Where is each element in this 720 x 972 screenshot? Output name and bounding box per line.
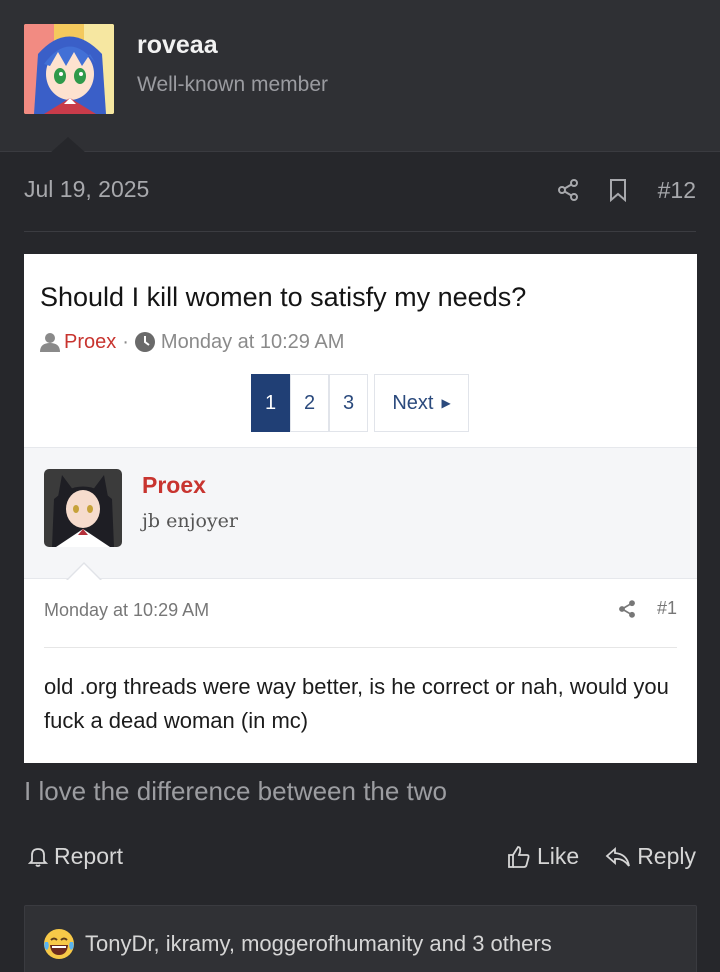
post-message: I love the difference between the two <box>24 776 448 806</box>
embed-next-label: Next <box>392 391 434 414</box>
reactions-text: TonyDr, ikramy, moggerofhumanity and 3 o… <box>85 931 552 956</box>
embed-user-title: jb enjoyer <box>142 510 238 532</box>
embed-divider <box>44 647 677 648</box>
header-pointer <box>50 137 86 153</box>
embed-post-date: Monday at 10:29 AM <box>44 600 210 620</box>
embed-pointer <box>67 564 101 581</box>
username[interactable]: roveaa <box>137 31 218 60</box>
report-label: Report <box>54 843 124 869</box>
laughing-crying-emoji-icon <box>43 928 75 960</box>
embed-user-bar: Proex jb enjoyer <box>24 447 697 579</box>
embed-post-body: old .org threads were way better, is he … <box>44 674 669 733</box>
reactions-bar[interactable]: TonyDr, ikramy, moggerofhumanity and 3 o… <box>24 905 697 972</box>
reply-button[interactable]: Reply <box>605 843 696 870</box>
embedded-screenshot: Should I kill women to satisfy my needs?… <box>24 254 697 763</box>
caret-right-icon: ▶ <box>441 396 451 410</box>
user-header: roveaa Well-known member <box>0 0 720 153</box>
reactions-content: TonyDr, ikramy, moggerofhumanity and 3 o… <box>43 928 552 960</box>
post-meta-actions: #12 <box>528 172 696 208</box>
like-label: Like <box>536 843 580 869</box>
reply-arrow-icon <box>605 846 631 868</box>
share-icon <box>617 599 637 619</box>
embed-thread-title: Should I kill women to satisfy my needs? <box>40 282 527 312</box>
share-icon[interactable] <box>556 178 580 202</box>
thumbs-up-icon <box>507 845 531 869</box>
divider <box>24 231 696 232</box>
reply-label: Reply <box>637 843 696 869</box>
bell-icon <box>28 846 48 868</box>
embed-avatar <box>44 469 122 547</box>
embed-username: Proex <box>142 472 206 498</box>
embed-meta-separator: · <box>122 330 129 353</box>
post-date[interactable]: Jul 19, 2025 <box>24 176 149 203</box>
post-actions-right: Like Reply <box>507 843 696 870</box>
user-icon <box>40 332 60 352</box>
user-avatar[interactable] <box>24 24 114 114</box>
embed-post-meta: #1 <box>617 598 677 619</box>
embed-thread-meta: Proex · Monday at 10:29 AM <box>40 329 344 355</box>
like-button[interactable]: Like <box>507 843 579 870</box>
embed-page-3: 3 <box>329 374 368 432</box>
embed-pagination: 1 2 3 Next ▶ <box>251 374 469 432</box>
user-title: Well-known member <box>137 73 328 96</box>
embed-thread-time: Monday at 10:29 AM <box>160 330 345 353</box>
embed-post-number: #1 <box>656 598 677 618</box>
clock-icon <box>134 332 155 352</box>
embed-page-1: 1 <box>251 374 290 432</box>
post-number[interactable]: #12 <box>658 177 696 204</box>
embed-author-link: Proex <box>64 330 117 353</box>
embed-page-2: 2 <box>290 374 329 432</box>
report-button[interactable]: Report <box>28 843 123 870</box>
post-actions-left: Report <box>28 843 123 870</box>
bookmark-icon[interactable] <box>608 178 628 202</box>
embed-next-button: Next ▶ <box>374 374 469 432</box>
